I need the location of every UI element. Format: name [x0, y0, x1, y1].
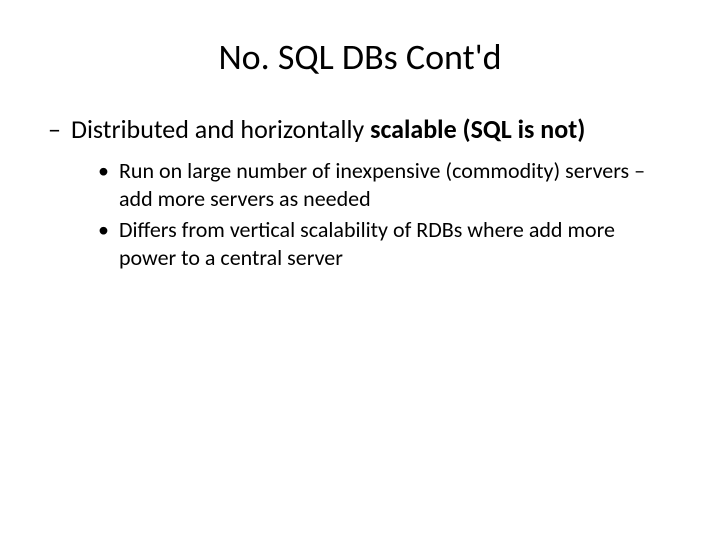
slide-container: No. SQL DBs Cont'd – Distributed and hor…	[0, 0, 720, 540]
sub-bullet-2: • Differs from vertical scalability of R…	[40, 216, 680, 271]
main-point: – Distributed and horizontally scalable …	[40, 114, 680, 145]
slide-title: No. SQL DBs Cont'd	[40, 35, 680, 79]
sub-bullet-1-text: Run on large number of inexpensive (comm…	[119, 157, 680, 212]
main-point-text-a: Distributed and horizontally	[71, 113, 370, 145]
main-point-text: Distributed and horizontally scalable (S…	[71, 114, 585, 145]
bullet-icon: •	[98, 157, 109, 185]
main-point-text-bold: scalable (SQL is not)	[370, 113, 585, 145]
sub-bullet-2-text: Differs from vertical scalability of RDB…	[119, 216, 680, 271]
sub-bullet-1: • Run on large number of inexpensive (co…	[40, 157, 680, 212]
dash-bullet: –	[48, 114, 61, 145]
bullet-icon: •	[98, 216, 109, 244]
